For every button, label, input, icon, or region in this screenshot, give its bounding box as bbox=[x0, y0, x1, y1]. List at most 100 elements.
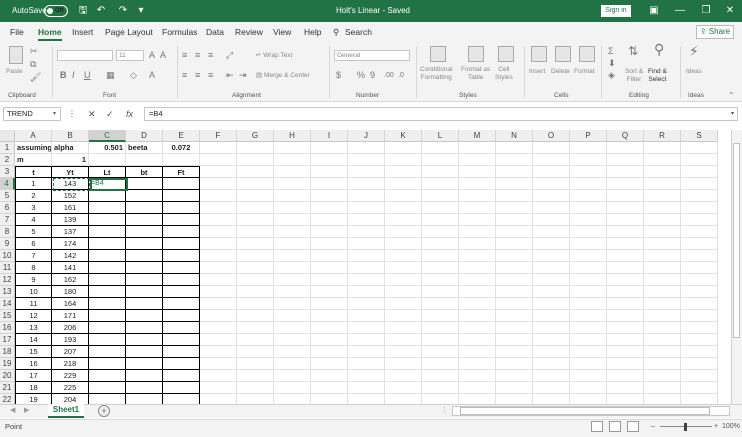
cell[interactable] bbox=[274, 262, 311, 274]
zoom-in-icon[interactable]: + bbox=[714, 421, 718, 433]
tab-insert[interactable]: Insert bbox=[72, 22, 93, 42]
cell[interactable] bbox=[274, 310, 311, 322]
cell[interactable] bbox=[311, 214, 348, 226]
customize-quick-access-icon[interactable]: ▾ bbox=[134, 4, 148, 18]
column-header[interactable]: Q bbox=[607, 130, 644, 142]
tab-review[interactable]: Review bbox=[235, 22, 263, 42]
cell[interactable] bbox=[644, 358, 681, 370]
cell[interactable] bbox=[348, 142, 385, 154]
cell[interactable] bbox=[200, 154, 237, 166]
cell[interactable] bbox=[200, 298, 237, 310]
row-header[interactable]: 9 bbox=[0, 238, 15, 250]
search-icon[interactable]: ⚲ bbox=[333, 22, 339, 42]
cell[interactable] bbox=[311, 166, 348, 178]
cell[interactable] bbox=[459, 298, 496, 310]
cell[interactable]: 7 bbox=[15, 250, 52, 262]
zoom-out-icon[interactable]: – bbox=[651, 421, 655, 433]
cell[interactable]: t bbox=[15, 166, 52, 178]
cell[interactable] bbox=[681, 370, 718, 382]
cell[interactable] bbox=[681, 250, 718, 262]
cell[interactable] bbox=[422, 214, 459, 226]
cell[interactable] bbox=[89, 334, 126, 346]
cell[interactable] bbox=[570, 274, 607, 286]
cell[interactable] bbox=[570, 382, 607, 394]
cell[interactable] bbox=[533, 310, 570, 322]
cell[interactable]: bt bbox=[126, 166, 163, 178]
cell[interactable] bbox=[607, 166, 644, 178]
column-header[interactable]: C bbox=[89, 130, 126, 142]
row-header[interactable]: 15 bbox=[0, 310, 15, 322]
cell[interactable] bbox=[385, 394, 422, 404]
cell[interactable] bbox=[237, 286, 274, 298]
increase-indent-icon[interactable]: ⇥ bbox=[239, 70, 247, 81]
cell[interactable] bbox=[607, 286, 644, 298]
row-header[interactable]: 10 bbox=[0, 250, 15, 262]
cell[interactable]: 143 bbox=[52, 178, 89, 190]
cell[interactable] bbox=[422, 310, 459, 322]
cell[interactable] bbox=[89, 154, 126, 166]
expand-formula-bar-icon[interactable]: ▾ bbox=[731, 107, 734, 121]
cell[interactable]: 225 bbox=[52, 382, 89, 394]
cell[interactable] bbox=[459, 262, 496, 274]
cell[interactable] bbox=[311, 250, 348, 262]
cell[interactable] bbox=[644, 166, 681, 178]
cell[interactable] bbox=[385, 370, 422, 382]
cell[interactable] bbox=[533, 382, 570, 394]
cell[interactable] bbox=[422, 166, 459, 178]
decrease-decimal-icon[interactable]: .0 bbox=[398, 70, 404, 81]
cell[interactable]: 4 bbox=[15, 214, 52, 226]
column-header[interactable]: R bbox=[644, 130, 681, 142]
cell[interactable] bbox=[385, 178, 422, 190]
cell[interactable] bbox=[89, 394, 126, 404]
cell[interactable] bbox=[644, 190, 681, 202]
cell[interactable] bbox=[89, 202, 126, 214]
cell[interactable]: 14 bbox=[15, 334, 52, 346]
cell[interactable] bbox=[237, 274, 274, 286]
cell[interactable]: 3 bbox=[15, 202, 52, 214]
find-select-icon[interactable]: ⚲ bbox=[654, 42, 664, 56]
column-header[interactable]: I bbox=[311, 130, 348, 142]
cell[interactable] bbox=[422, 346, 459, 358]
row-header[interactable]: 19 bbox=[0, 358, 15, 370]
cell[interactable] bbox=[459, 334, 496, 346]
cell[interactable] bbox=[385, 214, 422, 226]
decrease-font-icon[interactable]: A bbox=[160, 50, 166, 61]
cell[interactable] bbox=[459, 286, 496, 298]
cell[interactable] bbox=[200, 262, 237, 274]
cell[interactable] bbox=[274, 382, 311, 394]
conditional-formatting-button[interactable]: Conditional Formatting bbox=[420, 66, 453, 82]
cell[interactable] bbox=[237, 310, 274, 322]
cell[interactable] bbox=[311, 154, 348, 166]
cell[interactable] bbox=[348, 286, 385, 298]
cell[interactable] bbox=[422, 334, 459, 346]
cell[interactable] bbox=[348, 238, 385, 250]
cell[interactable] bbox=[607, 262, 644, 274]
cell[interactable] bbox=[422, 178, 459, 190]
font-name-select[interactable] bbox=[57, 50, 113, 61]
cell[interactable] bbox=[570, 190, 607, 202]
cell[interactable] bbox=[607, 370, 644, 382]
cell[interactable] bbox=[274, 322, 311, 334]
row-header[interactable]: 2 bbox=[0, 154, 15, 166]
cell[interactable]: 8 bbox=[15, 262, 52, 274]
cell[interactable] bbox=[237, 346, 274, 358]
cell[interactable] bbox=[459, 202, 496, 214]
paste-button[interactable]: Paste bbox=[6, 68, 23, 76]
cell[interactable] bbox=[496, 382, 533, 394]
cell[interactable]: 218 bbox=[52, 358, 89, 370]
cell[interactable] bbox=[163, 250, 200, 262]
cell[interactable] bbox=[237, 322, 274, 334]
cell[interactable] bbox=[126, 394, 163, 404]
cell[interactable] bbox=[385, 250, 422, 262]
cell[interactable]: 206 bbox=[52, 322, 89, 334]
increase-decimal-icon[interactable]: .00 bbox=[384, 70, 394, 81]
cell[interactable] bbox=[422, 394, 459, 404]
cell[interactable] bbox=[644, 322, 681, 334]
align-right-icon[interactable]: ≡ bbox=[208, 70, 213, 81]
cell[interactable] bbox=[311, 226, 348, 238]
sort-filter-icon[interactable]: ⇅ bbox=[628, 45, 638, 57]
font-color-icon[interactable]: A bbox=[149, 70, 155, 81]
insert-function-icon[interactable]: fx bbox=[126, 107, 133, 121]
horizontal-scroll-thumb[interactable] bbox=[460, 407, 710, 415]
cell[interactable] bbox=[607, 250, 644, 262]
